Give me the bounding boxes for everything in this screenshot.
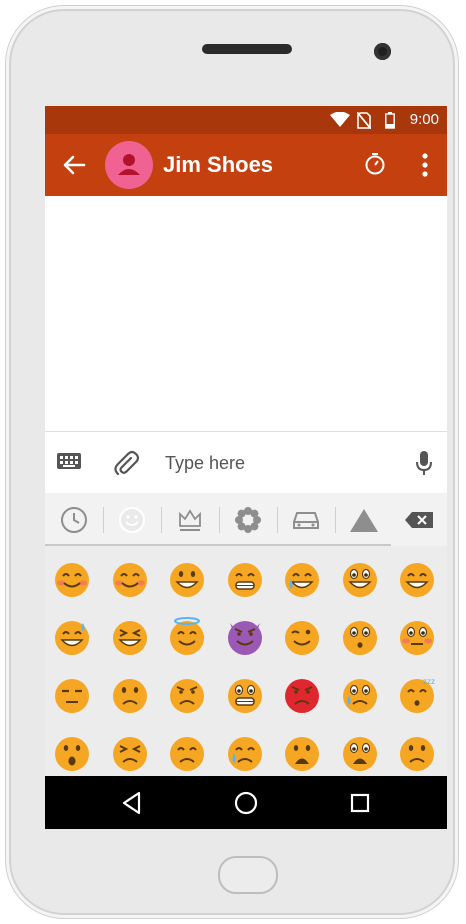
emoji-pouting-red[interactable] xyxy=(282,675,322,715)
emoji-grid: zzz xyxy=(45,546,447,776)
emoji-neutral[interactable] xyxy=(52,675,92,715)
crown-icon xyxy=(179,508,201,531)
arrow-back-icon[interactable] xyxy=(59,150,89,180)
emoji-purple-devil[interactable] xyxy=(225,617,265,657)
tab-smileys[interactable] xyxy=(103,493,161,546)
emoji-hushed[interactable] xyxy=(340,617,380,657)
timer-icon[interactable] xyxy=(363,152,387,176)
emoji-grimacing[interactable] xyxy=(225,675,265,715)
navigation-bar xyxy=(45,776,447,829)
back-triangle-icon[interactable] xyxy=(119,790,145,816)
emoji-tears-of-joy[interactable] xyxy=(282,559,322,599)
person-icon xyxy=(118,154,140,175)
emoji-grinning[interactable] xyxy=(167,559,207,599)
tab-recent[interactable] xyxy=(45,493,103,546)
emoji-laughing-squint[interactable] xyxy=(110,617,150,657)
emoji-sweat-smile[interactable] xyxy=(52,617,92,657)
tab-places[interactable] xyxy=(277,493,335,546)
tab-symbols[interactable] xyxy=(335,493,393,546)
emoji-open-mouth[interactable] xyxy=(52,733,92,773)
backspace-icon xyxy=(405,511,433,528)
emoji-angry[interactable] xyxy=(167,675,207,715)
tab-nature[interactable] xyxy=(219,493,277,546)
message-input[interactable] xyxy=(165,450,385,476)
emoji-frowning[interactable] xyxy=(282,733,322,773)
battery-icon xyxy=(385,112,395,129)
triangle-icon xyxy=(350,508,378,532)
status-bar: 9:00 xyxy=(45,106,447,134)
emoji-sad-sweat[interactable] xyxy=(225,733,265,773)
phone-frame: 9:00 Jim Shoes Type here zzz xyxy=(6,6,458,918)
app-bar: Jim Shoes xyxy=(45,134,447,196)
svg-text:zzz: zzz xyxy=(423,677,435,686)
emoji-smiling-squint[interactable] xyxy=(397,559,437,599)
emoji-anguished[interactable] xyxy=(340,733,380,773)
more-vert-icon[interactable] xyxy=(419,152,431,178)
smiley-icon xyxy=(119,506,145,533)
mic-icon[interactable] xyxy=(415,450,433,476)
contact-name: Jim Shoes xyxy=(163,152,274,177)
emoji-blushing-smile[interactable] xyxy=(52,559,92,599)
emoji-happy-blush[interactable] xyxy=(110,559,150,599)
message-list[interactable] xyxy=(45,196,447,431)
wifi-icon xyxy=(330,112,350,127)
earpiece-speaker xyxy=(202,44,292,54)
emoji-grinning-big-eyes[interactable] xyxy=(340,559,380,599)
emoji-halo-smile[interactable] xyxy=(167,617,207,657)
emoji-worried[interactable] xyxy=(397,733,437,773)
emoji-confused[interactable] xyxy=(110,675,150,715)
tab-objects[interactable] xyxy=(161,493,219,546)
attachment-icon[interactable] xyxy=(111,449,141,479)
emoji-category-tabs xyxy=(45,493,447,546)
no-sim-icon xyxy=(357,112,371,129)
backspace-button[interactable] xyxy=(391,493,447,546)
flower-icon xyxy=(235,506,261,533)
emoji-confounded[interactable] xyxy=(110,733,150,773)
home-circle-icon[interactable] xyxy=(233,790,259,816)
emoji-winking[interactable] xyxy=(282,617,322,657)
compose-bar xyxy=(45,431,447,494)
recent-clock-icon xyxy=(61,506,87,533)
avatar[interactable] xyxy=(105,141,153,189)
emoji-sleeping[interactable]: zzz xyxy=(397,675,437,715)
emoji-flushed[interactable] xyxy=(397,617,437,657)
front-camera xyxy=(374,43,391,60)
emoji-steam-nose[interactable] xyxy=(167,733,207,773)
clock-time: 9:00 xyxy=(409,111,439,128)
car-icon xyxy=(293,511,319,529)
screen: 9:00 Jim Shoes Type here zzz xyxy=(45,106,447,829)
emoji-grimacing-grin[interactable] xyxy=(225,559,265,599)
emoji-crying-sad[interactable] xyxy=(340,675,380,715)
keyboard-icon[interactable] xyxy=(57,453,81,469)
recents-square-icon[interactable] xyxy=(347,790,373,816)
hardware-home-button[interactable] xyxy=(218,856,278,894)
